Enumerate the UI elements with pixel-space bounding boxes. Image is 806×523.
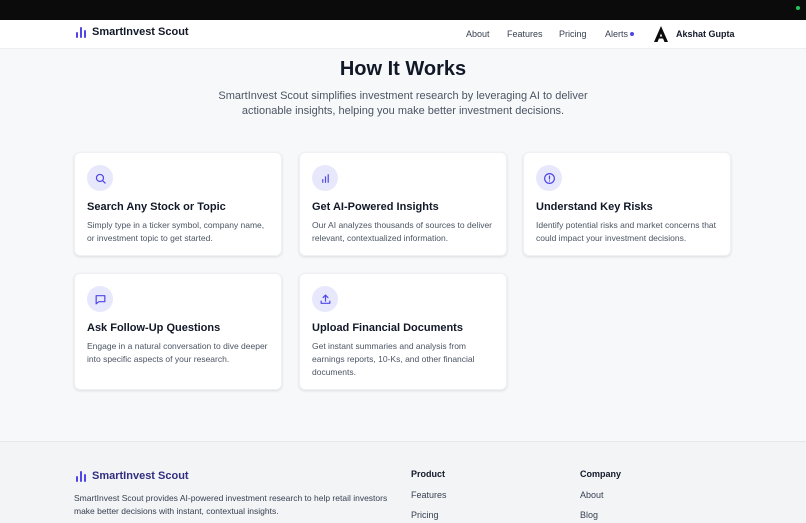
top-navigation: SmartInvest Scout About Features Pricing…: [0, 20, 806, 49]
feature-card-title: Search Any Stock or Topic: [87, 201, 226, 213]
footer-company-heading: Company: [580, 469, 622, 479]
feature-card: Get AI-Powered Insights Our AI analyzes …: [299, 152, 507, 256]
footer-description: SmartInvest Scout provides AI-powered in…: [74, 493, 388, 516]
footer-brand[interactable]: SmartInvest Scout: [76, 470, 189, 482]
footer: SmartInvest Scout SmartInvest Scout prov…: [0, 441, 806, 523]
feature-card-description: Get instant summaries and analysis from …: [312, 341, 475, 377]
feature-card-description: Simply type in a ticker symbol, company …: [87, 220, 265, 243]
feature-card-title: Ask Follow-Up Questions: [87, 322, 221, 334]
footer-brand-name: SmartInvest Scout: [92, 470, 189, 482]
bar-chart-icon: [312, 165, 338, 191]
bar-chart-logo-icon: [76, 470, 86, 482]
footer-product-heading: Product: [411, 469, 446, 479]
footer-link-features[interactable]: Features: [411, 490, 447, 500]
page-title: How It Works: [339, 58, 467, 80]
search-icon: [87, 165, 113, 191]
footer-link-pricing[interactable]: Pricing: [411, 510, 447, 520]
user-menu[interactable]: Akshat Gupta: [654, 26, 735, 42]
nav-features-link[interactable]: Features: [507, 29, 543, 39]
bar-chart-logo-icon: [76, 26, 86, 38]
upload-icon: [312, 286, 338, 312]
nav-alerts-label: Alerts: [605, 29, 629, 39]
alert-circle-icon: [536, 165, 562, 191]
alert-notification-dot: [630, 32, 635, 36]
nav-alerts-link[interactable]: Alerts: [605, 29, 635, 39]
footer-company-column: Company About Blog: [580, 469, 621, 523]
nav-pricing-link[interactable]: Pricing: [559, 29, 587, 39]
brand-name: SmartInvest Scout: [92, 26, 189, 38]
user-name: Akshat Gupta: [676, 29, 735, 39]
feature-card-title: Understand Key Risks: [536, 201, 653, 213]
footer-link-about[interactable]: About: [580, 490, 621, 500]
feature-card: Upload Financial Documents Get instant s…: [299, 273, 507, 390]
chat-bubble-icon: [87, 286, 113, 312]
brand-logo[interactable]: SmartInvest Scout: [76, 26, 189, 38]
footer-link-blog[interactable]: Blog: [580, 510, 621, 520]
page-subtitle: SmartInvest Scout simplifies investment …: [218, 90, 588, 117]
status-indicator-dot: [796, 6, 800, 10]
feature-card: Search Any Stock or Topic Simply type in…: [74, 152, 282, 256]
feature-card-title: Get AI-Powered Insights: [312, 201, 439, 213]
feature-card: Understand Key Risks Identify potential …: [523, 152, 731, 256]
feature-card-description: Our AI analyzes thousands of sources to …: [312, 220, 493, 243]
footer-product-column: Product Features Pricing: [411, 469, 447, 523]
feature-card: Ask Follow-Up Questions Engage in a natu…: [74, 273, 282, 390]
feature-card-title: Upload Financial Documents: [312, 322, 463, 334]
user-avatar-icon: [654, 26, 668, 42]
feature-card-description: Identify potential risks and market conc…: [536, 220, 717, 243]
system-top-bar: [0, 0, 806, 20]
feature-card-description: Engage in a natural conversation to dive…: [87, 341, 268, 364]
nav-about-link[interactable]: About: [466, 29, 490, 39]
